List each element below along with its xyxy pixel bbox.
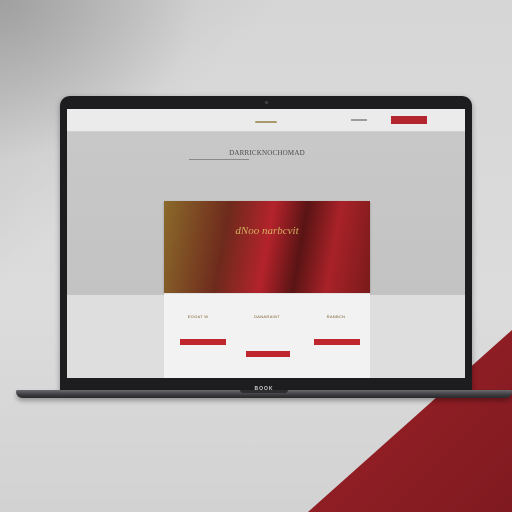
column-button[interactable] [180,339,226,345]
column-heading: RANBCN [326,314,346,319]
hero-divider [189,159,249,160]
feature-columns: EOGAT W DANARAINT RANBCN [164,293,370,378]
column-heading: DANARAINT [254,314,280,319]
site-logo[interactable] [255,121,277,123]
laptop-screen: DARRICKNOCHOMAD dNoo narbcvit EOGAT W DA… [67,109,465,378]
nav-link[interactable] [351,119,367,121]
column-button[interactable] [314,339,360,345]
column-heading: EOGAT W [187,314,209,319]
site-navbar [67,109,465,132]
center-cta-button[interactable] [246,351,290,357]
feature-title: dNoo narbcvit [235,225,299,237]
column-1: EOGAT W [164,294,232,378]
laptop-brand-label: BOOK [254,386,274,392]
hero-title: DARRICKNOCHOMAD [229,149,305,157]
feature-banner[interactable]: dNoo narbcvit [164,201,370,293]
laptop-base: BOOK [16,386,512,398]
column-2: DANARAINT [233,294,301,378]
column-3: RANBCN [302,294,370,378]
nav-cta-button[interactable] [391,116,427,124]
webcam-icon [265,101,268,104]
laptop-lid: DARRICKNOCHOMAD dNoo narbcvit EOGAT W DA… [60,96,472,392]
